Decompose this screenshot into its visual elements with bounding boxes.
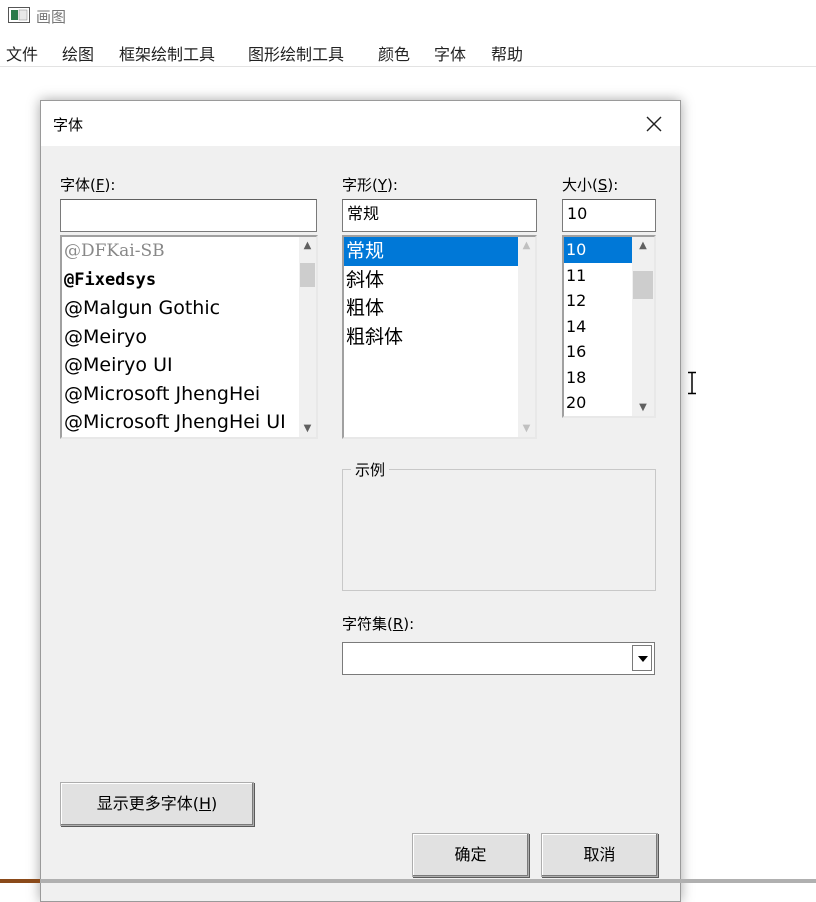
list-item[interactable]: @DFKai-SB bbox=[62, 237, 299, 266]
charset-label: 字符集(R): bbox=[342, 615, 415, 633]
app-title: 画图 bbox=[36, 8, 67, 26]
menu-frame-tools[interactable]: 框架绘制工具 bbox=[119, 41, 215, 65]
font-size-scrollbar[interactable]: ▲ ▼ bbox=[632, 237, 654, 416]
size-label: 大小(S): bbox=[562, 176, 619, 194]
taskbar-edge-accent bbox=[0, 879, 40, 883]
scroll-up-arrow-icon: ▲ bbox=[522, 240, 531, 251]
style-label: 字形(Y): bbox=[342, 176, 398, 194]
app-titlebar: 画图 bbox=[0, 0, 816, 32]
list-item[interactable]: 粗体 bbox=[344, 294, 518, 323]
font-style-input[interactable]: 常规 bbox=[342, 199, 537, 232]
paint-app-icon bbox=[8, 7, 30, 23]
font-size-list-items: 10 11 12 14 16 18 20 bbox=[564, 237, 637, 416]
sample-groupbox: 示例 bbox=[342, 459, 656, 591]
list-item[interactable]: 20 bbox=[564, 390, 637, 416]
list-item[interactable]: 12 bbox=[564, 288, 637, 314]
list-item[interactable]: 粗斜体 bbox=[344, 323, 518, 352]
list-item[interactable]: 斜体 bbox=[344, 266, 518, 295]
menu-help[interactable]: 帮助 bbox=[491, 41, 523, 65]
list-item-selected[interactable]: 10 bbox=[564, 237, 637, 263]
list-item-selected[interactable]: 常规 bbox=[344, 237, 518, 266]
chevron-down-icon[interactable] bbox=[632, 645, 652, 671]
font-list-scrollbar[interactable]: ▲ ▼ bbox=[299, 237, 316, 437]
font-list[interactable]: @DFKai-SB @Fixedsys @Malgun Gothic @Meir… bbox=[60, 235, 318, 439]
font-dialog: 字体 字体(F): @DFKai-SB @Fixedsys @Malgun Go… bbox=[40, 100, 681, 902]
list-item[interactable]: @Meiryo UI bbox=[62, 351, 299, 380]
menu-draw[interactable]: 绘图 bbox=[62, 41, 94, 65]
font-style-scrollbar[interactable]: ▲ ▼ bbox=[518, 237, 535, 437]
menu-font[interactable]: 字体 bbox=[434, 41, 466, 65]
scroll-thumb[interactable] bbox=[633, 271, 653, 299]
more-fonts-button[interactable]: 显示更多字体(H) bbox=[60, 782, 254, 826]
taskbar-edge bbox=[0, 879, 816, 883]
font-style-list[interactable]: 常规 斜体 粗体 粗斜体 ▲ ▼ bbox=[342, 235, 537, 439]
scroll-down-arrow-icon: ▼ bbox=[522, 423, 531, 434]
scroll-up-arrow-icon[interactable]: ▲ bbox=[632, 237, 654, 254]
list-item[interactable]: 18 bbox=[564, 365, 637, 391]
list-item[interactable]: @Microsoft JhengHei bbox=[62, 380, 299, 409]
list-item[interactable]: @Fixedsys bbox=[62, 266, 299, 295]
dialog-titlebar: 字体 bbox=[41, 101, 680, 146]
font-name-input[interactable] bbox=[60, 199, 317, 232]
font-list-items: @DFKai-SB @Fixedsys @Malgun Gothic @Meir… bbox=[62, 237, 299, 437]
list-item[interactable]: 16 bbox=[564, 339, 637, 365]
scroll-down-arrow-icon[interactable]: ▼ bbox=[632, 399, 654, 416]
dialog-title: 字体 bbox=[53, 116, 84, 134]
list-item[interactable]: 14 bbox=[564, 314, 637, 340]
menu-file[interactable]: 文件 bbox=[6, 41, 38, 65]
sample-label: 示例 bbox=[351, 459, 390, 480]
close-icon[interactable] bbox=[636, 107, 672, 141]
font-style-list-items: 常规 斜体 粗体 粗斜体 bbox=[344, 237, 518, 437]
list-item[interactable]: @Microsoft JhengHei UI bbox=[62, 408, 299, 437]
charset-select[interactable] bbox=[342, 642, 655, 675]
menu-color[interactable]: 颜色 bbox=[378, 41, 410, 65]
font-label: 字体(F): bbox=[60, 176, 116, 194]
font-size-input[interactable]: 10 bbox=[562, 199, 656, 232]
cancel-button[interactable]: 取消 bbox=[541, 833, 658, 877]
scroll-up-arrow-icon[interactable]: ▲ bbox=[299, 237, 316, 254]
ok-button[interactable]: 确定 bbox=[412, 833, 529, 877]
menu-shape-tools[interactable]: 图形绘制工具 bbox=[248, 41, 344, 65]
list-item[interactable]: @Meiryo bbox=[62, 323, 299, 352]
list-item[interactable]: 11 bbox=[564, 263, 637, 289]
list-item[interactable]: @Malgun Gothic bbox=[62, 294, 299, 323]
scroll-thumb[interactable] bbox=[300, 263, 315, 287]
text-cursor-icon bbox=[688, 371, 696, 395]
font-size-list[interactable]: 10 11 12 14 16 18 20 ▲ ▼ bbox=[562, 235, 656, 418]
scroll-down-arrow-icon[interactable]: ▼ bbox=[299, 420, 316, 437]
menubar: 文件 绘图 框架绘制工具 图形绘制工具 颜色 字体 帮助 bbox=[0, 38, 816, 67]
